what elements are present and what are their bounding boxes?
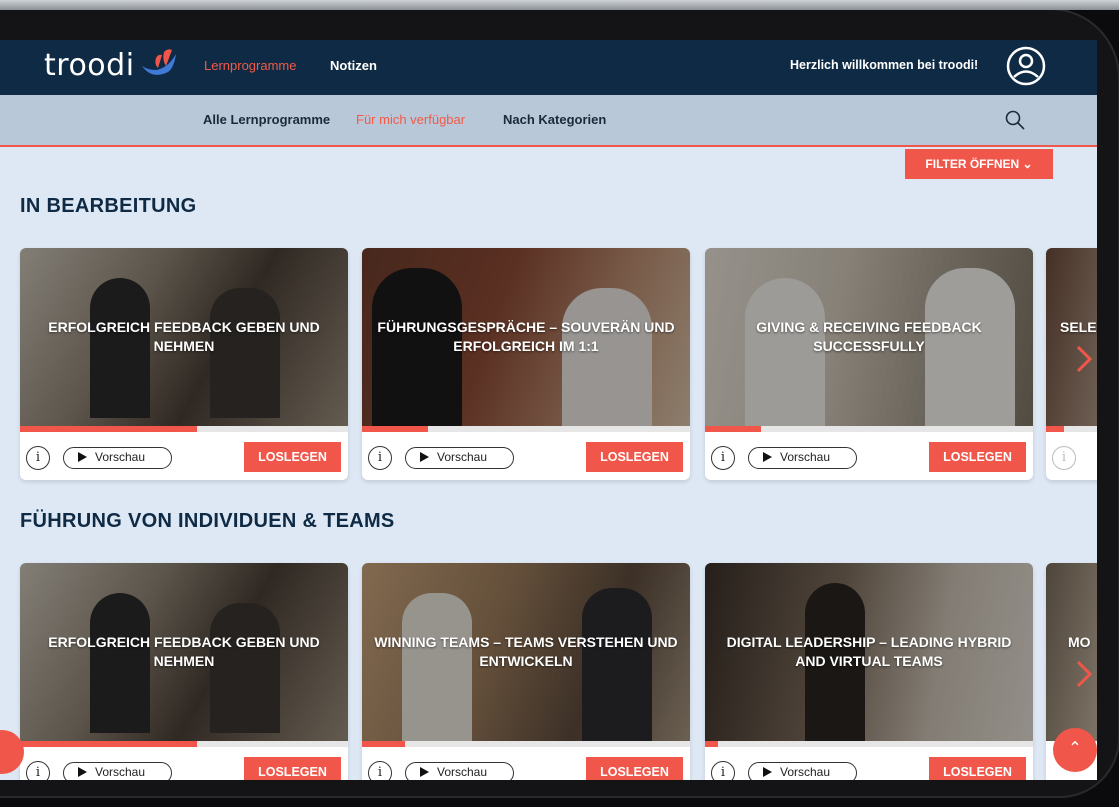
welcome-message: Herzlich willkommen bei troodi! <box>790 58 979 72</box>
course-card[interactable]: ERFOLGREICH FEEDBACK GEBEN UND NEHMEN i … <box>20 563 348 780</box>
preview-button[interactable]: Vorschau <box>405 762 514 780</box>
play-icon <box>763 767 772 777</box>
course-image: WINNING TEAMS – TEAMS VERSTEHEN UND ENTW… <box>362 563 690 741</box>
course-row-fuehrung: ERFOLGREICH FEEDBACK GEBEN UND NEHMEN i … <box>20 563 1097 780</box>
start-button[interactable]: LOSLEGEN <box>586 757 683 780</box>
course-title: DIGITAL LEADERSHIP – LEADING HYBRID AND … <box>726 634 1012 669</box>
course-card[interactable]: ERFOLGREICH FEEDBACK GEBEN UND NEHMEN i … <box>20 248 348 480</box>
subnav-nach-kategorien[interactable]: Nach Kategorien <box>503 112 606 127</box>
play-icon <box>420 767 429 777</box>
course-title: FÜHRUNGSGESPRÄCHE – SOUVERÄN UND ERFOLGR… <box>377 319 675 354</box>
info-button[interactable]: i <box>368 761 392 780</box>
progress-fill <box>20 741 198 747</box>
course-row-in-bearbeitung: ERFOLGREICH FEEDBACK GEBEN UND NEHMEN i … <box>20 248 1097 480</box>
course-image: SELE <box>1046 248 1097 426</box>
progress-bar <box>362 426 690 432</box>
course-title: GIVING & RECEIVING FEEDBACK SUCCESSFULLY <box>756 319 982 354</box>
section-title-in-bearbeitung: IN BEARBEITUNG <box>20 195 197 217</box>
start-button[interactable]: LOSLEGEN <box>586 442 683 472</box>
play-icon <box>78 452 87 462</box>
start-button[interactable]: LOSLEGEN <box>244 757 341 780</box>
preview-button[interactable]: Vorschau <box>63 762 172 780</box>
scroll-top-icon[interactable]: ⌃ <box>1053 728 1097 772</box>
user-avatar-icon[interactable] <box>1006 46 1046 86</box>
subnav-fuer-mich-verfuegbar[interactable]: Für mich verfügbar <box>356 112 465 127</box>
course-image: FÜHRUNGSGESPRÄCHE – SOUVERÄN UND ERFOLGR… <box>362 248 690 426</box>
progress-bar <box>1046 426 1097 432</box>
brand-logo[interactable]: troodi <box>44 48 135 83</box>
progress-fill <box>705 426 761 432</box>
preview-label: Vorschau <box>437 765 488 779</box>
course-image: GIVING & RECEIVING FEEDBACK SUCCESSFULLY <box>705 248 1033 426</box>
progress-fill <box>362 426 428 432</box>
info-button[interactable]: i <box>26 761 50 780</box>
preview-button[interactable]: Vorschau <box>748 762 857 780</box>
info-button[interactable]: i <box>1052 446 1076 470</box>
course-title: ERFOLGREICH FEEDBACK GEBEN UND NEHMEN <box>48 319 320 354</box>
course-card[interactable]: DIGITAL LEADERSHIP – LEADING HYBRID AND … <box>705 563 1033 780</box>
filter-open-button[interactable]: FILTER ÖFFNEN ⌄ <box>905 149 1053 179</box>
play-icon <box>420 452 429 462</box>
progress-bar <box>20 741 348 747</box>
progress-bar <box>20 426 348 432</box>
chevron-right-icon[interactable] <box>1074 659 1094 689</box>
chevron-right-icon[interactable] <box>1074 344 1094 374</box>
progress-fill <box>20 426 198 432</box>
logo-mark-icon <box>142 49 176 75</box>
info-button[interactable]: i <box>711 446 735 470</box>
nav-lernprogramme[interactable]: Lernprogramme <box>204 58 297 73</box>
preview-label: Vorschau <box>780 450 831 464</box>
course-card[interactable]: FÜHRUNGSGESPRÄCHE – SOUVERÄN UND ERFOLGR… <box>362 248 690 480</box>
subnav-alle-lernprogramme[interactable]: Alle Lernprogramme <box>203 112 330 127</box>
start-button[interactable]: LOSLEGEN <box>929 442 1026 472</box>
course-card-partial[interactable]: SELE i <box>1046 248 1097 480</box>
preview-button[interactable]: Vorschau <box>748 447 857 469</box>
progress-bar <box>705 741 1033 747</box>
progress-fill <box>362 741 405 747</box>
info-button[interactable]: i <box>26 446 50 470</box>
play-icon <box>78 767 87 777</box>
app-screen: troodi Lernprogramme Notizen Herzlich wi… <box>0 40 1097 780</box>
progress-bar <box>362 741 690 747</box>
course-card[interactable]: WINNING TEAMS – TEAMS VERSTEHEN UND ENTW… <box>362 563 690 780</box>
start-button[interactable]: LOSLEGEN <box>929 757 1026 780</box>
preview-label: Vorschau <box>95 765 146 779</box>
course-title: SELE <box>1060 319 1097 335</box>
preview-label: Vorschau <box>437 450 488 464</box>
section-title-fuehrung: FÜHRUNG VON INDIVIDUEN & TEAMS <box>20 510 395 532</box>
progress-bar <box>705 426 1033 432</box>
course-title: MO <box>1068 634 1091 650</box>
course-title: ERFOLGREICH FEEDBACK GEBEN UND NEHMEN <box>48 634 320 669</box>
nav-notizen[interactable]: Notizen <box>330 58 377 73</box>
preview-button[interactable]: Vorschau <box>63 447 172 469</box>
progress-fill <box>705 741 719 747</box>
preview-label: Vorschau <box>95 450 146 464</box>
sub-navigation: Alle Lernprogramme Für mich verfügbar Na… <box>0 95 1097 147</box>
start-button[interactable]: LOSLEGEN <box>244 442 341 472</box>
preview-button[interactable]: Vorschau <box>405 447 514 469</box>
preview-label: Vorschau <box>780 765 831 779</box>
filter-label: FILTER ÖFFNEN <box>925 157 1020 171</box>
course-card[interactable]: GIVING & RECEIVING FEEDBACK SUCCESSFULLY… <box>705 248 1033 480</box>
top-edge <box>0 0 1119 10</box>
course-image: DIGITAL LEADERSHIP – LEADING HYBRID AND … <box>705 563 1033 741</box>
search-icon[interactable] <box>1004 109 1026 131</box>
top-navigation: troodi Lernprogramme Notizen Herzlich wi… <box>0 40 1097 95</box>
course-image: MO <box>1046 563 1097 741</box>
chevron-down-icon: ⌄ <box>1022 157 1033 171</box>
progress-fill <box>1046 426 1064 432</box>
course-image: ERFOLGREICH FEEDBACK GEBEN UND NEHMEN <box>20 248 348 426</box>
course-image: ERFOLGREICH FEEDBACK GEBEN UND NEHMEN <box>20 563 348 741</box>
course-title: WINNING TEAMS – TEAMS VERSTEHEN UND ENTW… <box>374 634 678 669</box>
play-icon <box>763 452 772 462</box>
info-button[interactable]: i <box>711 761 735 780</box>
info-button[interactable]: i <box>368 446 392 470</box>
